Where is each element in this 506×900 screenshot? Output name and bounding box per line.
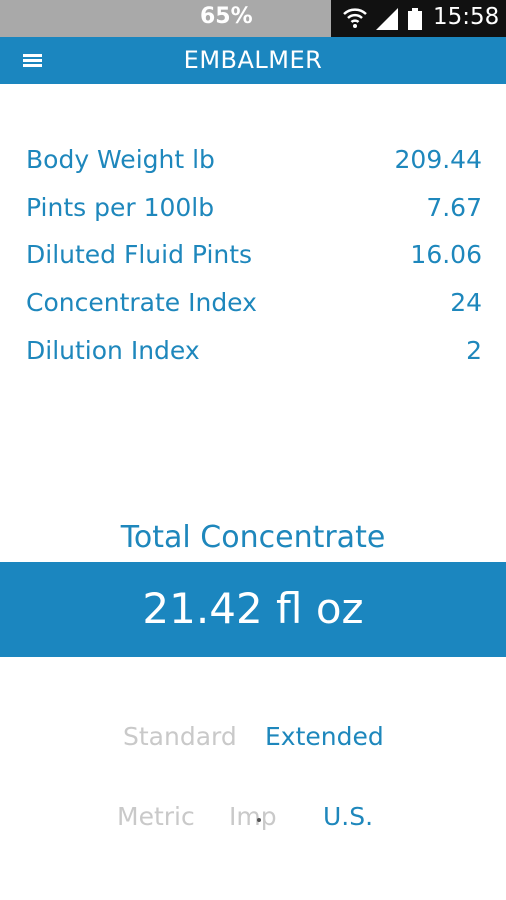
metric-row-body-weight: Body Weight lb 209.44 [26, 145, 482, 185]
metric-label: Body Weight lb [26, 145, 215, 174]
mode-extended-option[interactable]: Extended [265, 722, 384, 751]
battery-percent: 65% [200, 4, 253, 29]
total-concentrate-label: Total Concentrate [120, 520, 386, 555]
total-concentrate-band: 21.42 fl oz [0, 562, 506, 657]
unit-imp-option[interactable]: Imp [229, 802, 277, 831]
touch-indicator [257, 818, 261, 822]
app-title: EMBALMER [183, 46, 323, 74]
unit-metric-option[interactable]: Metric [117, 802, 195, 831]
app-bar: EMBALMER [0, 37, 506, 84]
unit-us-option[interactable]: U.S. [323, 802, 373, 831]
total-concentrate-value: 21.42 fl oz [142, 584, 364, 633]
metric-row-dilution-index: Dilution Index 2 [26, 336, 482, 376]
metric-value: 2 [466, 336, 482, 365]
signal-icon [376, 8, 398, 30]
wifi-icon [343, 8, 367, 28]
metric-value: 16.06 [410, 240, 482, 269]
metric-label: Dilution Index [26, 336, 200, 365]
metric-row-diluted-fluid-pints: Diluted Fluid Pints 16.06 [26, 240, 482, 280]
mode-standard-option[interactable]: Standard [123, 722, 237, 751]
metric-row-pints-per-100lb: Pints per 100lb 7.67 [26, 193, 482, 233]
metric-label: Pints per 100lb [26, 193, 215, 222]
metric-value: 7.67 [426, 193, 482, 222]
metric-value: 209.44 [394, 145, 482, 174]
metric-label: Diluted Fluid Pints [26, 240, 253, 269]
battery-icon [408, 8, 422, 30]
status-bar: 65% 15:58 [0, 0, 506, 37]
clock: 15:58 [433, 4, 500, 30]
metric-row-concentrate-index: Concentrate Index 24 [26, 288, 482, 328]
metric-value: 24 [450, 288, 482, 317]
metric-label: Concentrate Index [26, 288, 257, 317]
menu-icon[interactable] [23, 54, 42, 68]
